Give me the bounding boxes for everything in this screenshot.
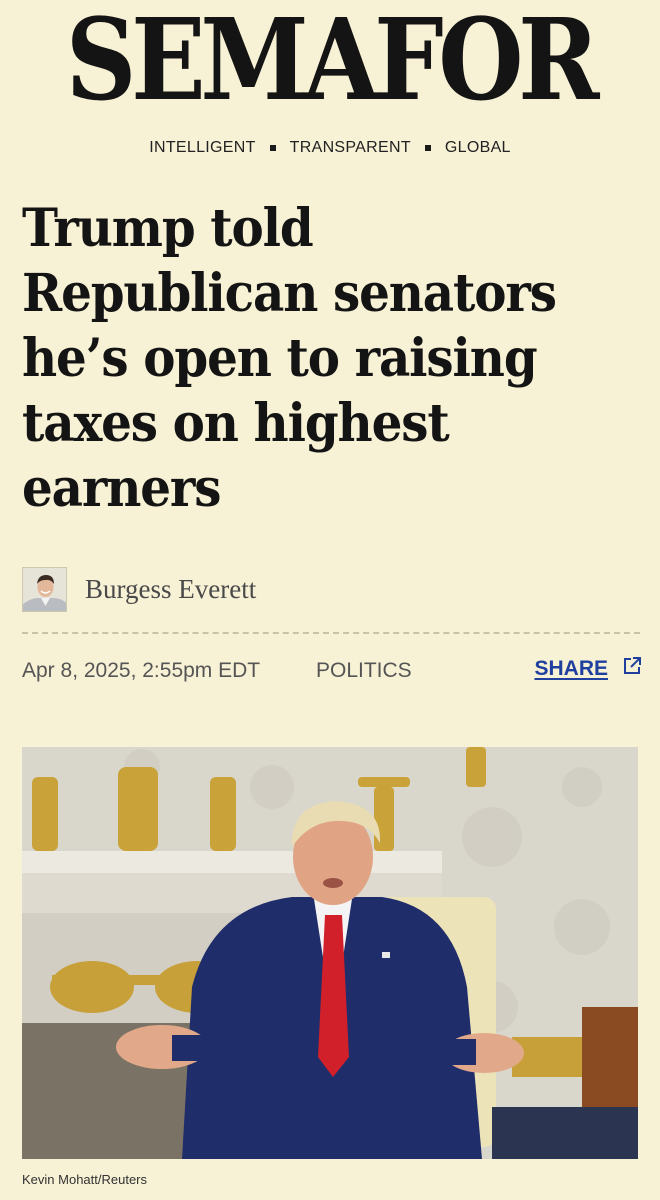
headline-line: earners	[22, 458, 222, 519]
article-headline: Trump told Republican senators he’s open…	[22, 196, 599, 521]
publish-date: Apr 8, 2025, 2:55pm EDT	[22, 659, 261, 682]
headline-line: he’s open to raising	[22, 328, 538, 389]
headline-line: Republican senators	[22, 263, 557, 324]
photo-illustration	[22, 747, 638, 1159]
tagline-separator	[424, 145, 431, 151]
tagline-item: TRANSPARENT	[289, 139, 411, 156]
section-link[interactable]: POLITICS	[316, 659, 412, 683]
semafor-logo[interactable]: SEMAFOR	[36, 0, 623, 121]
tagline-item: GLOBAL	[444, 139, 511, 156]
tagline-separator	[269, 145, 276, 151]
headline-line: Trump told	[22, 198, 314, 259]
byline: Burgess Everett	[22, 566, 256, 612]
author-avatar[interactable]	[22, 566, 67, 612]
byline-divider	[22, 632, 640, 634]
article-photo[interactable]	[22, 747, 638, 1159]
external-link-icon	[622, 656, 642, 682]
share-label: SHARE	[534, 657, 608, 680]
author-name[interactable]: Burgess Everett	[85, 574, 256, 605]
tagline-item: INTELLIGENT	[149, 139, 256, 156]
tagline: INTELLIGENT TRANSPARENT GLOBAL	[0, 138, 660, 158]
article-meta: Apr 8, 2025, 2:55pm EDT POLITICS SHARE	[22, 656, 642, 686]
share-button[interactable]: SHARE	[534, 656, 642, 682]
photo-credit: Kevin Mohatt/Reuters	[22, 1172, 148, 1187]
headline-line: taxes on highest	[22, 393, 450, 454]
